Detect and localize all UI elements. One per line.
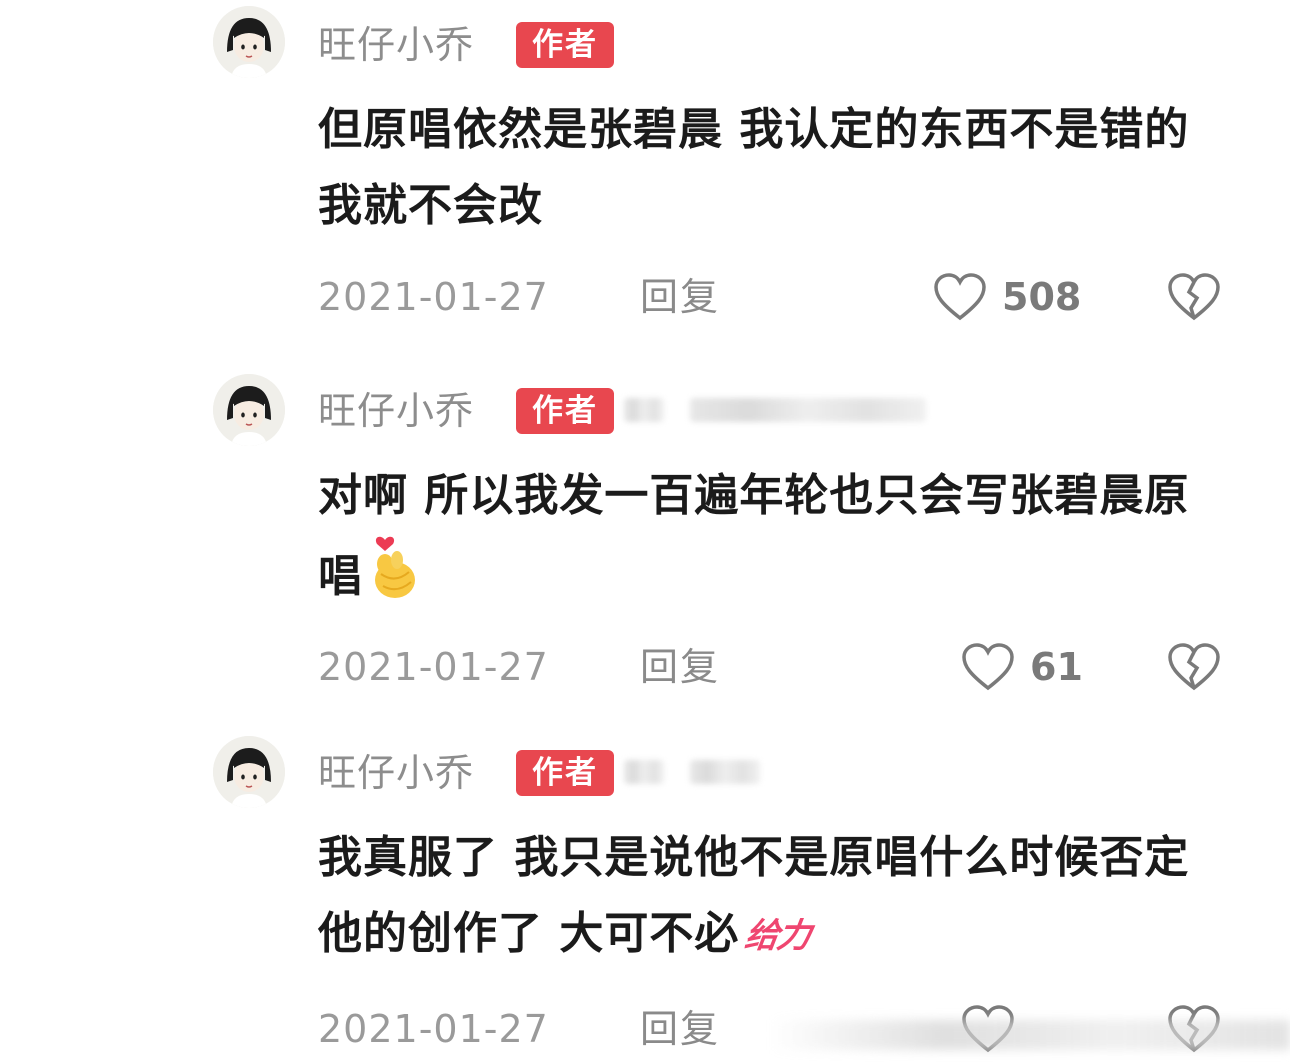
comment-meta: 2021-01-27 回复 61 bbox=[0, 642, 1290, 692]
heart-icon bbox=[934, 273, 986, 321]
like-count: 61 bbox=[1030, 645, 1083, 689]
reply-button[interactable]: 回复 bbox=[640, 1004, 720, 1054]
redacted-reply-target bbox=[690, 398, 926, 422]
comment-text: 但原唱依然是张碧晨 我认定的东西不是错的我就不会改 bbox=[318, 92, 1218, 244]
avatar-illustration bbox=[213, 6, 285, 78]
author-badge: 作者 bbox=[516, 750, 614, 796]
finger-heart-emoji-icon bbox=[369, 534, 421, 624]
avatar[interactable] bbox=[213, 374, 285, 446]
redacted-reply-target bbox=[624, 760, 664, 784]
avatar-illustration bbox=[213, 374, 285, 446]
comment-text: 我真服了 我只是说他不是原唱什么时候否定他的创作了 大可不必给力 bbox=[318, 820, 1218, 974]
author-badge: 作者 bbox=[516, 22, 614, 68]
geili-sticker: 给力 bbox=[742, 916, 813, 956]
comment-date: 2021-01-27 bbox=[318, 645, 549, 689]
comment-meta: 2021-01-27 回复 508 bbox=[0, 272, 1290, 322]
bottom-overlay-blur bbox=[770, 1020, 1290, 1050]
username[interactable]: 旺仔小乔 bbox=[318, 750, 474, 796]
redacted-reply-target bbox=[624, 398, 664, 422]
username[interactable]: 旺仔小乔 bbox=[318, 388, 474, 434]
avatar[interactable] bbox=[213, 736, 285, 808]
like-count: 508 bbox=[1002, 275, 1082, 319]
comment-date: 2021-01-27 bbox=[318, 1007, 549, 1051]
comment-text: 对啊 所以我发一百遍年轮也只会写张碧晨原唱 bbox=[318, 458, 1218, 624]
comment-text-content: 对啊 所以我发一百遍年轮也只会写张碧晨原唱 bbox=[318, 470, 1190, 602]
redacted-reply-target bbox=[690, 760, 760, 784]
broken-heart-icon[interactable] bbox=[1166, 272, 1222, 322]
reply-button[interactable]: 回复 bbox=[640, 272, 720, 322]
author-badge: 作者 bbox=[516, 388, 614, 434]
heart-icon bbox=[962, 643, 1014, 691]
avatar[interactable] bbox=[213, 6, 285, 78]
broken-heart-icon[interactable] bbox=[1166, 642, 1222, 692]
username[interactable]: 旺仔小乔 bbox=[318, 22, 474, 68]
avatar-illustration bbox=[213, 736, 285, 808]
reply-button[interactable]: 回复 bbox=[640, 642, 720, 692]
comment-date: 2021-01-27 bbox=[318, 275, 549, 319]
comment-text-content: 但原唱依然是张碧晨 我认定的东西不是错的我就不会改 bbox=[318, 104, 1190, 231]
